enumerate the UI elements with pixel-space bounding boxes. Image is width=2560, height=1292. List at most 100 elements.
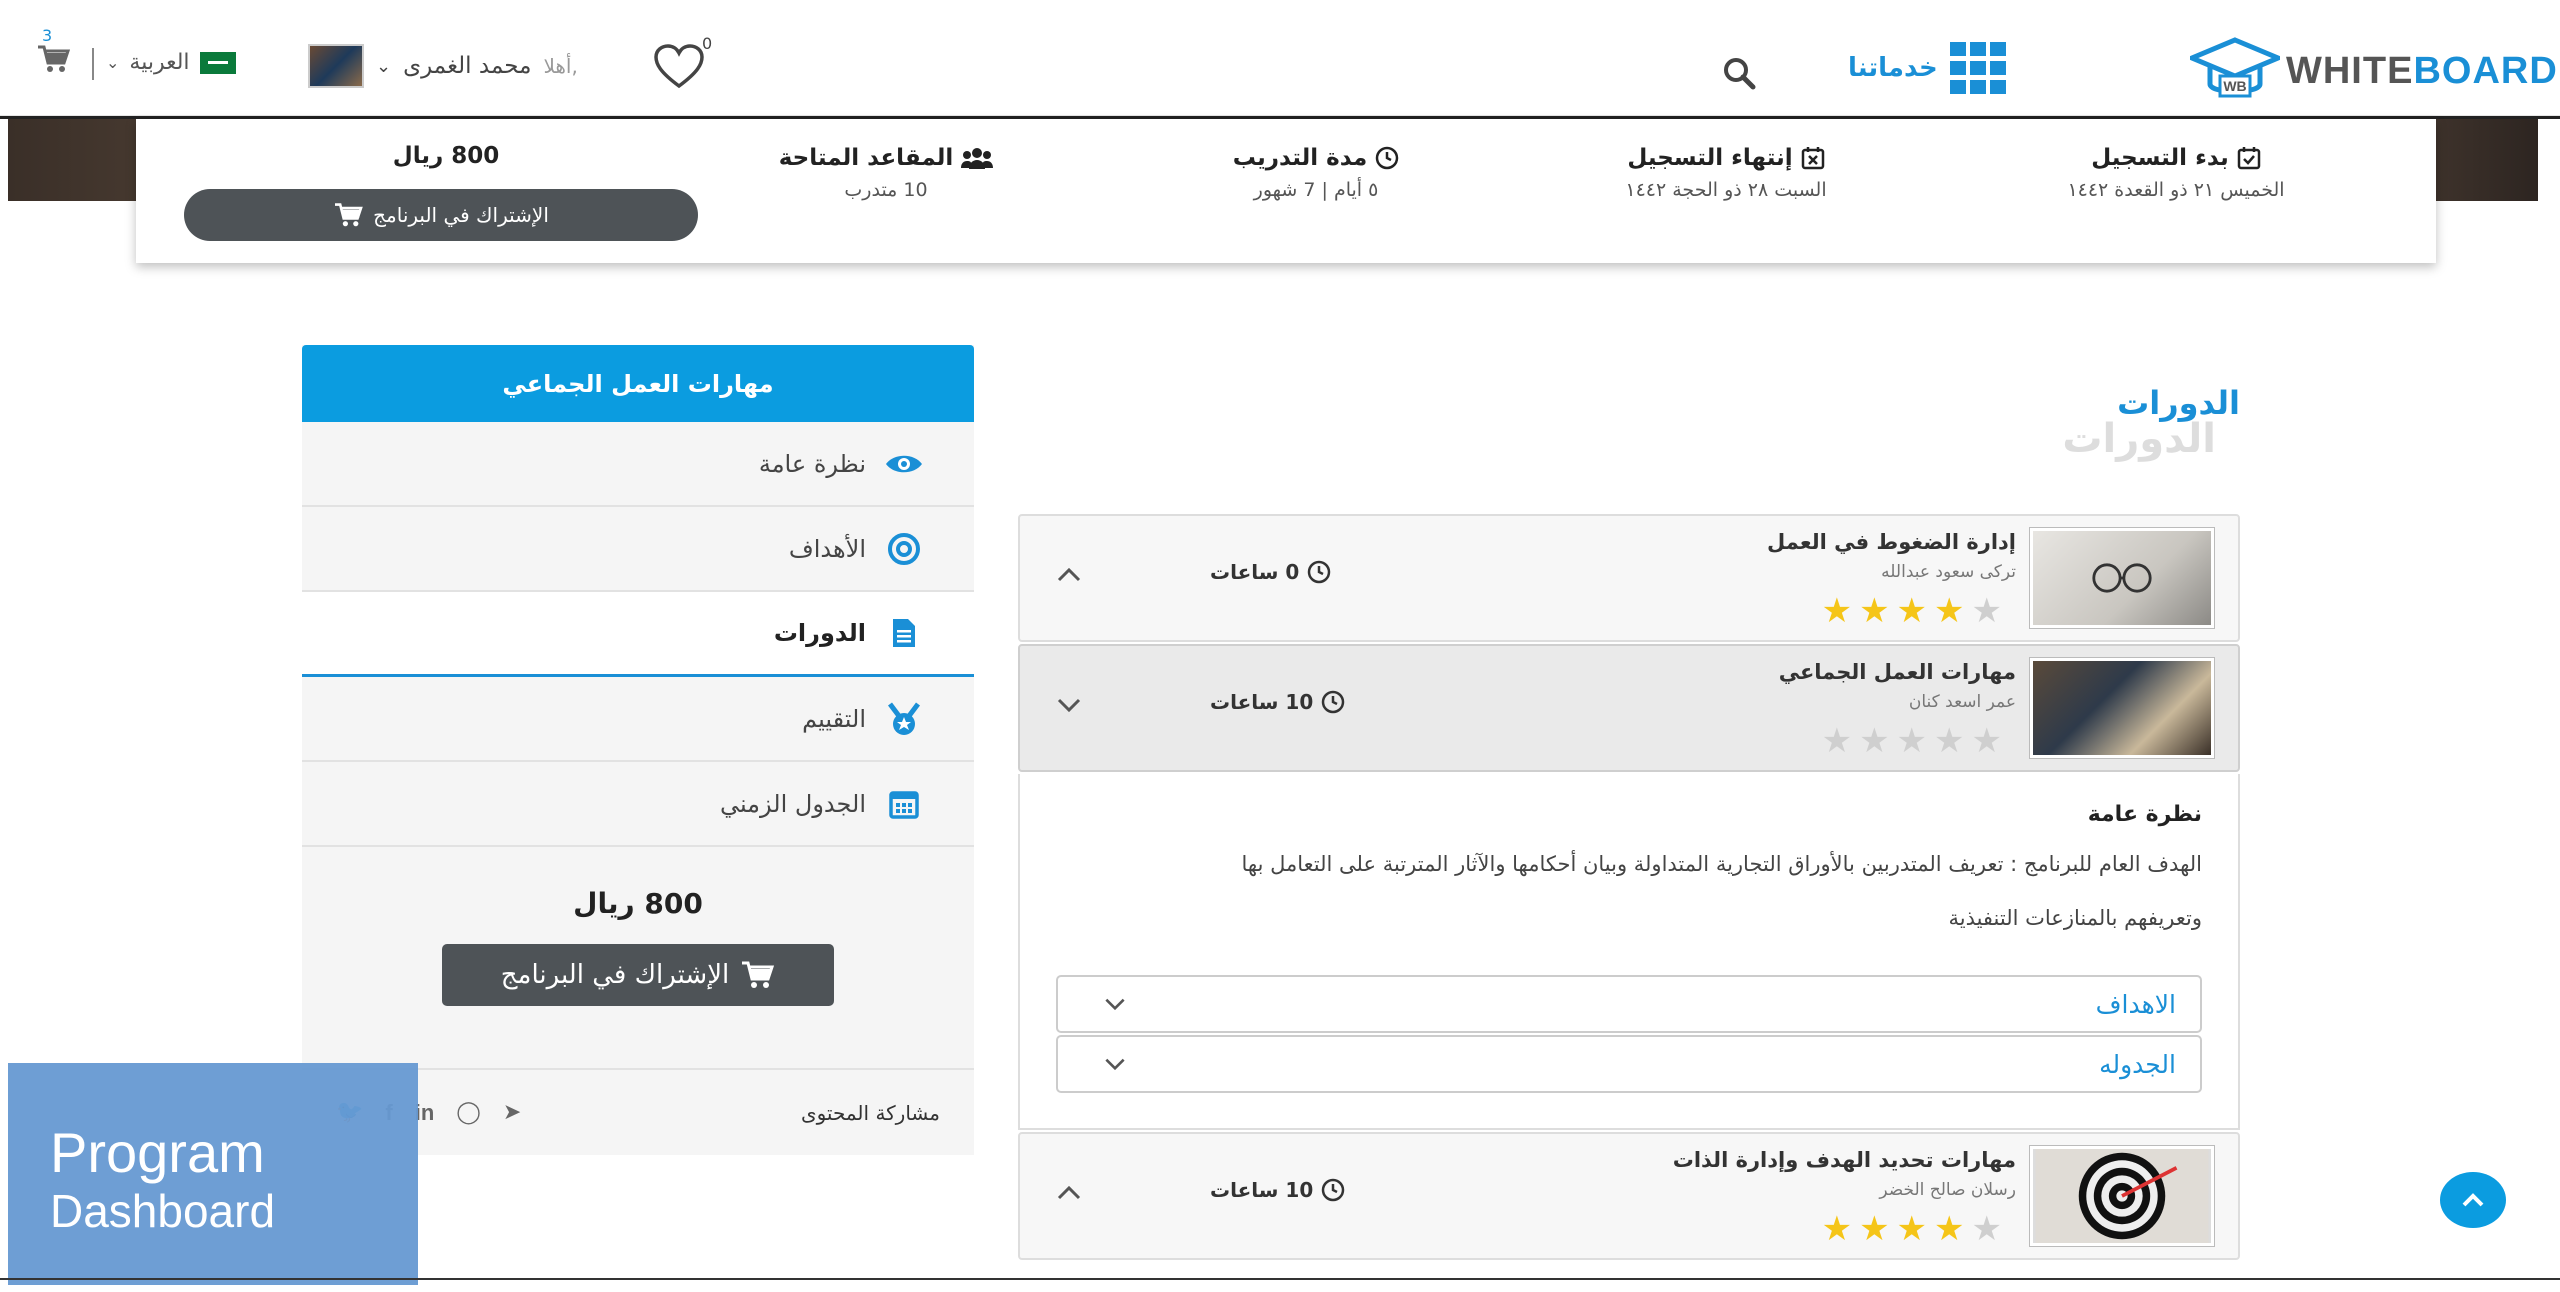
- clock-icon: [1322, 1178, 1345, 1202]
- services-label: خدماتنا: [1848, 53, 1938, 83]
- wishlist-button[interactable]: [652, 44, 706, 94]
- accordion-schedule[interactable]: الجدوله: [1056, 1035, 2202, 1093]
- cart-icon: [742, 961, 775, 988]
- sidebar-item-evaluation[interactable]: التقييم: [302, 677, 974, 762]
- sidebar-item-schedule[interactable]: الجدول الزمني: [302, 762, 974, 847]
- course-title: مهارات العمل الجماعي: [1778, 660, 2016, 684]
- course-card[interactable]: مهارات تحديد الهدف وإدارة الذات رسلان صا…: [1018, 1132, 2240, 1260]
- divider: [92, 48, 94, 80]
- chevron-down-icon: ⌄: [106, 53, 120, 72]
- program-info-card: بدء التسجيل الخميس ٢١ ذو القعدة ١٤٤٢ إنت…: [136, 119, 2436, 263]
- eye-icon: [886, 455, 922, 472]
- site-header: 3 ⌄ العربية ⌄ محمد الغمرى أهلا, 0 خدماتن…: [0, 0, 2560, 117]
- star-filled-icon: ★: [1934, 591, 1965, 631]
- section-title-shadow: الدورات: [2062, 416, 2216, 462]
- program-price: 800 ريال: [392, 143, 500, 169]
- registration-start: بدء التسجيل الخميس ٢١ ذو القعدة ١٤٤٢: [2036, 145, 2316, 201]
- logo-text: WHITEBOARD: [2286, 49, 2558, 92]
- star-filled-icon: ★: [1896, 1209, 1928, 1249]
- registration-end-value: السبت ٢٨ ذو الحجة ١٤٤٢: [1625, 179, 1827, 201]
- accordion-schedule-label: الجدوله: [2099, 1049, 2176, 1079]
- star-filled-icon: ★: [1859, 1209, 1890, 1249]
- clock-icon: [1308, 560, 1331, 584]
- bottom-divider: [0, 1278, 2560, 1280]
- language-selector[interactable]: ⌄ العربية: [106, 50, 236, 75]
- cart-button[interactable]: [36, 44, 71, 78]
- sidebar-item-label: الدورات: [773, 619, 866, 647]
- accordion-goals[interactable]: الاهداف: [1056, 975, 2202, 1033]
- site-logo[interactable]: WB WHITEBOARD: [2190, 36, 2558, 106]
- graduation-cap-icon: WB: [2190, 37, 2280, 98]
- course-rating: ★ ★ ★ ★ ★: [1822, 594, 2002, 628]
- star-empty-icon: ★: [1971, 591, 2002, 631]
- star-empty-icon: ★: [1821, 721, 1853, 761]
- star-empty-icon: ★: [1971, 721, 2002, 761]
- course-card[interactable]: مهارات العمل الجماعي عمر اسعد كنان ★ ★ ★ ★ ★…: [1018, 644, 2240, 772]
- course-rating: ★ ★ ★ ★ ★: [1822, 724, 2002, 758]
- sidebar-item-goals[interactable]: الأهداف: [302, 507, 974, 592]
- sidebar-item-label: نظرة عامة: [758, 449, 866, 478]
- course-card[interactable]: إدارة الضغوط في العمل تركى سعود عبدالله …: [1018, 514, 2240, 642]
- calendar-icon: [889, 790, 919, 819]
- clock-icon: [1376, 146, 1399, 170]
- svg-text:WB: WB: [2223, 78, 2246, 94]
- share-label: مشاركة المحتوى: [800, 1100, 940, 1125]
- document-icon: [893, 619, 915, 647]
- course-thumbnail: [2030, 658, 2214, 758]
- chevron-down-icon: [1105, 1058, 1125, 1071]
- star-empty-icon: ★: [1859, 721, 1890, 761]
- accordion-goals-label: الاهداف: [2095, 989, 2176, 1019]
- user-menu[interactable]: ⌄ محمد الغمرى أهلا,: [308, 44, 578, 88]
- chevron-up-icon[interactable]: [1054, 1178, 1084, 1208]
- chevron-down-icon: [1105, 998, 1125, 1011]
- chevron-up-icon[interactable]: [1054, 560, 1084, 590]
- whatsapp-icon[interactable]: ◯: [456, 1100, 481, 1125]
- dashboard-label-line1: Program: [50, 1121, 265, 1184]
- course-duration: 10 ساعات: [1210, 1178, 1345, 1202]
- registration-end: إنتهاء التسجيل السبت ٢٨ ذو الحجة ١٤٤٢: [1586, 145, 1866, 201]
- cart-icon: [38, 45, 71, 72]
- program-sidebar: مهارات العمل الجماعي نظرة عامة الأهداف ا…: [302, 345, 974, 1155]
- telegram-icon[interactable]: ➤: [503, 1100, 521, 1125]
- subscribe-button[interactable]: الإشتراك في البرنامج: [184, 189, 698, 241]
- course-instructor: رسلان صالح الخضر: [1879, 1180, 2016, 1200]
- star-filled-icon: ★: [1859, 591, 1890, 631]
- course-rating: ★ ★ ★ ★ ★: [1822, 1212, 2002, 1246]
- user-name: محمد الغمرى: [403, 53, 532, 79]
- courses-list: إدارة الضغوط في العمل تركى سعود عبدالله …: [1018, 514, 2240, 1262]
- wishlist-count: 0: [702, 34, 713, 53]
- sidebar-subscribe-button[interactable]: الإشتراك في البرنامج: [442, 944, 834, 1006]
- cart-count: 3: [42, 26, 53, 45]
- clock-icon: [1322, 690, 1345, 714]
- course-title: مهارات تحديد الهدف وإدارة الذات: [1672, 1148, 2016, 1172]
- chevron-up-icon: [2462, 1193, 2484, 1207]
- training-duration-value: ٥ أيام | 7 شهور: [1253, 179, 1379, 201]
- search-button[interactable]: [1722, 56, 1756, 94]
- sidebar-item-label: الجدول الزمني: [719, 789, 866, 818]
- course-instructor: تركى سعود عبدالله: [1881, 562, 2016, 582]
- course-detail-panel: نظرة عامة الهدف العام للبرنامج : تعريف ا…: [1018, 774, 2240, 1130]
- subscribe-label: الإشتراك في البرنامج: [373, 203, 549, 227]
- sidebar-item-label: الأهداف: [788, 534, 866, 563]
- course-title: إدارة الضغوط في العمل: [1767, 530, 2016, 554]
- target-icon: [888, 532, 920, 565]
- services-menu[interactable]: خدماتنا: [1848, 42, 2006, 94]
- section-title: الدورات الدورات: [2040, 384, 2240, 462]
- course-duration: 0 ساعات: [1210, 560, 1331, 584]
- language-label: العربية: [129, 50, 190, 75]
- sidebar-price: 800 ريال: [573, 887, 703, 920]
- saudi-flag-icon: [199, 51, 236, 74]
- calendar-x-icon: [1801, 147, 1824, 170]
- chevron-down-icon[interactable]: [1054, 690, 1084, 720]
- sidebar-item-overview[interactable]: نظرة عامة: [302, 422, 974, 507]
- scroll-to-top-button[interactable]: [2440, 1172, 2506, 1228]
- star-filled-icon: ★: [1896, 591, 1928, 631]
- course-duration: 10 ساعات: [1210, 690, 1345, 714]
- course-thumbnail: [2030, 1146, 2214, 1246]
- course-description: الهدف العام للبرنامج : تعريف المتدربين ب…: [1241, 852, 2202, 930]
- program-dashboard-label: Program Dashboard: [8, 1063, 418, 1285]
- sidebar-item-courses[interactable]: الدورات: [302, 592, 974, 677]
- sidebar-header: مهارات العمل الجماعي: [302, 345, 974, 422]
- heart-icon: [654, 44, 704, 89]
- course-instructor: عمر اسعد كنان: [1908, 692, 2016, 712]
